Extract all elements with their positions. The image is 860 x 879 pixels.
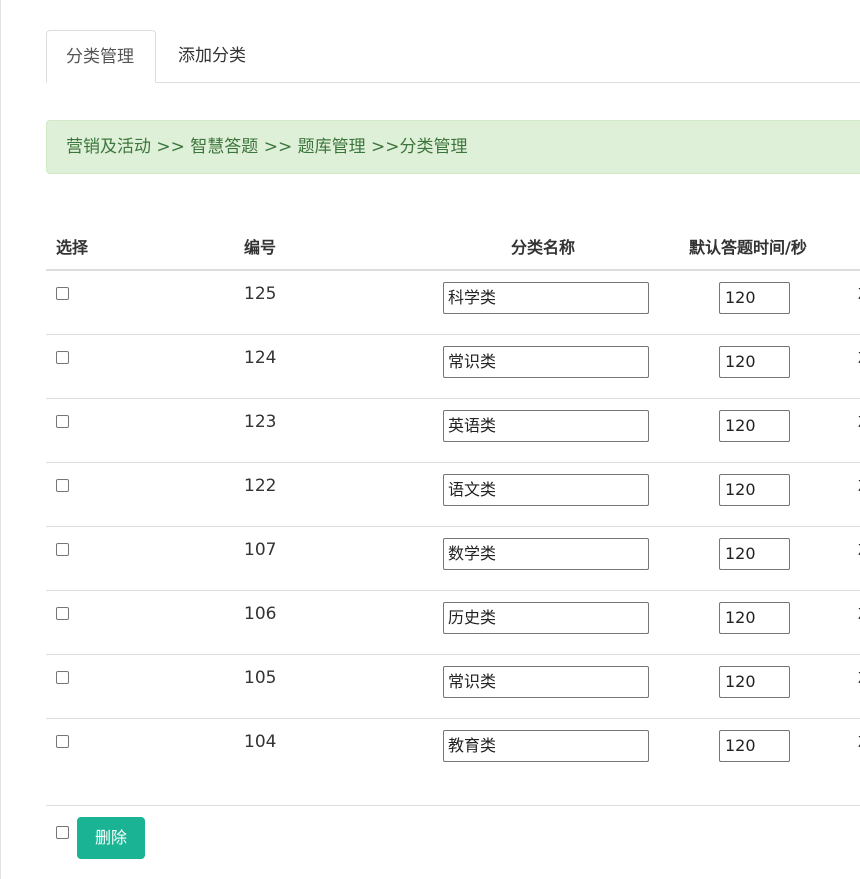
table-header: 选择 编号 分类名称 默认答题时间/秒 (46, 222, 860, 271)
default-time-input[interactable]: 120 (719, 730, 790, 762)
category-name-input[interactable]: 常识类 (443, 346, 649, 378)
delete-button[interactable]: 删除 (77, 817, 145, 859)
category-table: 选择 编号 分类名称 默认答题时间/秒 125科学类120Z124常识类120Z… (46, 222, 860, 782)
breadcrumb: 营销及活动 >> 智慧答题 >> 题库管理 >>分类管理 (46, 120, 860, 174)
header-select: 选择 (56, 238, 89, 257)
row-select-checkbox[interactable] (56, 543, 69, 556)
default-time-input[interactable]: 120 (719, 666, 790, 698)
tab-add-category[interactable]: 添加分类 (159, 30, 265, 82)
category-name-input[interactable]: 常识类 (443, 666, 649, 698)
default-time-input[interactable]: 120 (719, 474, 790, 506)
table-footer: 删除 (46, 805, 860, 879)
category-id: 122 (244, 476, 277, 496)
category-id: 125 (244, 284, 277, 304)
table-row: 107数学类120Z (46, 527, 860, 591)
row-select-checkbox[interactable] (56, 479, 69, 492)
category-name-input[interactable]: 英语类 (443, 410, 649, 442)
table-row: 105常识类120Z (46, 655, 860, 719)
row-select-checkbox[interactable] (56, 351, 69, 364)
category-name-input[interactable]: 科学类 (443, 282, 649, 314)
default-time-input[interactable]: 120 (719, 602, 790, 634)
default-time-input[interactable]: 120 (719, 282, 790, 314)
category-id: 104 (244, 732, 277, 752)
default-time-input[interactable]: 120 (719, 410, 790, 442)
category-id: 107 (244, 540, 277, 560)
default-time-input[interactable]: 120 (719, 346, 790, 378)
table-row: 125科学类120Z (46, 271, 860, 335)
category-name-input[interactable]: 语文类 (443, 474, 649, 506)
table-body: 125科学类120Z124常识类120Z123英语类120Z122语文类120Z… (46, 271, 860, 782)
row-select-checkbox[interactable] (56, 735, 69, 748)
category-id: 105 (244, 668, 277, 688)
row-select-checkbox[interactable] (56, 607, 69, 620)
table-row: 104教育类120Z (46, 719, 860, 782)
table-row: 122语文类120Z (46, 463, 860, 527)
row-select-checkbox[interactable] (56, 415, 69, 428)
select-all-checkbox[interactable] (56, 826, 69, 839)
category-name-input[interactable]: 教育类 (443, 730, 649, 762)
row-select-checkbox[interactable] (56, 671, 69, 684)
table-row: 123英语类120Z (46, 399, 860, 463)
header-id: 编号 (244, 238, 277, 257)
category-name-input[interactable]: 历史类 (443, 602, 649, 634)
category-name-input[interactable]: 数学类 (443, 538, 649, 570)
category-id: 124 (244, 348, 277, 368)
header-default-time: 默认答题时间/秒 (689, 238, 807, 257)
page: 分类管理 添加分类 营销及活动 >> 智慧答题 >> 题库管理 >>分类管理 选… (0, 0, 860, 879)
tab-category-management[interactable]: 分类管理 (46, 30, 156, 83)
category-id: 123 (244, 412, 277, 432)
table-row: 106历史类120Z (46, 591, 860, 655)
tab-bar: 分类管理 添加分类 (46, 30, 860, 83)
header-category-name: 分类名称 (511, 238, 576, 257)
table-row: 124常识类120Z (46, 335, 860, 399)
row-select-checkbox[interactable] (56, 287, 69, 300)
default-time-input[interactable]: 120 (719, 538, 790, 570)
category-id: 106 (244, 604, 277, 624)
